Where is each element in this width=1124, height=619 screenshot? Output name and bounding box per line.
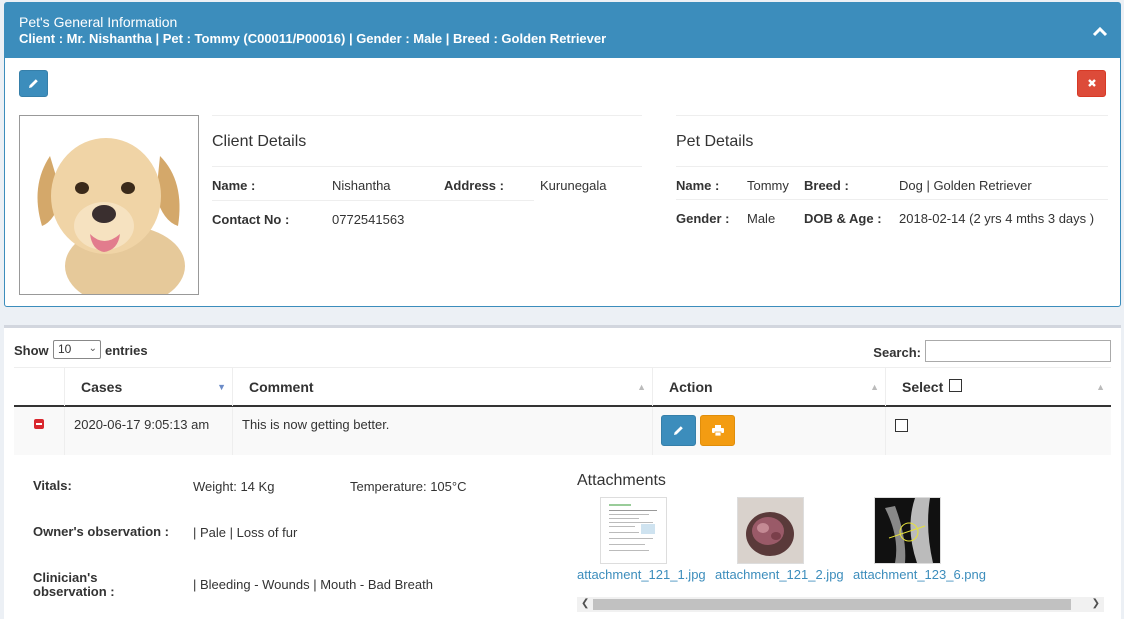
col-action-label: Action xyxy=(669,379,713,395)
pet-gender-label: Gender : xyxy=(676,211,730,226)
col-cases[interactable]: Cases ▼ xyxy=(64,368,232,406)
xray-thumbnail xyxy=(875,498,940,563)
vitals-label: Vitals: xyxy=(33,478,72,493)
select-all-checkbox[interactable] xyxy=(949,379,963,392)
client-address-value: Kurunegala xyxy=(540,178,607,193)
pet-gender-value: Male xyxy=(747,211,776,226)
scroll-right-icon[interactable]: ❯ xyxy=(1092,598,1100,609)
print-case-button[interactable] xyxy=(700,415,735,446)
owner-observation-label: Owner's observation : xyxy=(33,524,170,539)
table-header: Cases ▼ Comment ▲ Action ▲ Select ▲ xyxy=(14,367,1111,407)
attachment-thumb-2[interactable] xyxy=(737,497,804,564)
pencil-icon xyxy=(674,426,683,435)
col-expand xyxy=(14,368,64,406)
page-length-select[interactable]: 10 ⌄ xyxy=(53,340,101,359)
client-name-value: Nishantha xyxy=(332,178,391,193)
client-row-2: Contact No : 0772541563 xyxy=(212,201,642,234)
client-contact-value: 0772541563 xyxy=(332,212,405,227)
client-address-label: Address : xyxy=(444,178,504,193)
clinician-observation-label-1: Clinician's xyxy=(33,570,98,585)
scroll-left-icon[interactable]: ❮ xyxy=(581,598,589,609)
chevron-up-icon xyxy=(1092,26,1108,37)
attachment-thumb-3[interactable] xyxy=(874,497,941,564)
client-name-label: Name : xyxy=(212,178,256,193)
edit-pet-button[interactable] xyxy=(19,70,48,97)
table-toolbar: Show 10 ⌄ entries Search: xyxy=(14,340,1111,362)
col-select-label: Select xyxy=(902,379,944,395)
case-date: 2020-06-17 9:05:13 am xyxy=(74,417,210,432)
search-label: Search: xyxy=(873,345,921,360)
search-input[interactable] xyxy=(925,340,1111,362)
minus-icon[interactable] xyxy=(34,419,44,429)
pet-info-panel: Pet's General Information Client : Mr. N… xyxy=(4,2,1121,307)
case-comment: This is now getting better. xyxy=(242,417,390,432)
pet-row-1: Name : Tommy Breed : Dog | Golden Retrie… xyxy=(676,167,1108,200)
cases-table: Cases ▼ Comment ▲ Action ▲ Select ▲ 2020… xyxy=(14,367,1111,455)
close-icon xyxy=(1087,79,1096,87)
dog-image xyxy=(20,116,198,294)
attachment-thumb-1[interactable] xyxy=(600,497,667,564)
panel-title: Pet's General Information xyxy=(19,14,178,30)
col-select[interactable]: Select ▲ xyxy=(885,368,1111,406)
attachment-link-2[interactable]: attachment_121_2.jpg xyxy=(715,567,844,582)
attachments-title: Attachments xyxy=(577,472,666,489)
pet-dob-value: 2018-02-14 (2 yrs 4 mths 3 days ) xyxy=(899,211,1095,226)
client-contact-label: Contact No : xyxy=(212,212,290,227)
page-length-value: 10 xyxy=(58,342,72,356)
weight-value: Weight: 14 Kg xyxy=(193,479,275,494)
action-cell xyxy=(652,407,885,455)
pet-details-title: Pet Details xyxy=(676,115,1108,167)
attachment-link-3[interactable]: attachment_123_6.png xyxy=(853,567,986,582)
show-label: Show xyxy=(14,343,49,358)
clinician-observation-label-2: observation : xyxy=(33,584,115,599)
cases-panel: Show 10 ⌄ entries Search: Cases ▼ Commen… xyxy=(4,325,1121,619)
entries-label: entries xyxy=(105,343,148,358)
case-detail: Vitals: Weight: 14 Kg Temperature: 105°C… xyxy=(14,455,1111,619)
document-thumbnail xyxy=(601,498,666,563)
select-cell xyxy=(885,407,1111,455)
col-action[interactable]: Action ▲ xyxy=(652,368,885,406)
client-details-title: Client Details xyxy=(212,115,642,167)
wound-photo-thumbnail xyxy=(738,498,803,563)
pet-breed-label: Breed : xyxy=(804,178,849,193)
attachments-scrollbar[interactable]: ❮ ❯ xyxy=(577,597,1104,612)
date-cell: 2020-06-17 9:05:13 am xyxy=(64,407,232,455)
print-icon xyxy=(711,425,724,437)
comment-cell: This is now getting better. xyxy=(232,407,652,455)
table-row: 2020-06-17 9:05:13 am This is now gettin… xyxy=(14,407,1111,455)
pet-breed-value: Dog | Golden Retriever xyxy=(899,178,1032,193)
sort-icon: ▲ xyxy=(637,382,646,392)
col-comment-label: Comment xyxy=(249,379,314,395)
client-row-1: Name : Nishantha Address : Kurunegala xyxy=(212,167,642,200)
pencil-icon xyxy=(29,79,38,88)
pet-photo xyxy=(19,115,199,295)
client-details: Client Details Name : Nishantha Address … xyxy=(212,115,642,234)
pet-details: Pet Details Name : Tommy Breed : Dog | G… xyxy=(676,115,1108,233)
sort-icon: ▲ xyxy=(870,382,879,392)
panel-subtitle: Client : Mr. Nishantha | Pet : Tommy (C0… xyxy=(19,31,607,46)
col-comment[interactable]: Comment ▲ xyxy=(232,368,652,406)
caret-down-icon: ⌄ xyxy=(88,343,97,354)
row-select-checkbox[interactable] xyxy=(895,419,908,432)
sort-icon: ▲ xyxy=(1096,382,1105,392)
pet-dob-label: DOB & Age : xyxy=(804,211,882,226)
attachment-link-1[interactable]: attachment_121_1.jpg xyxy=(577,567,706,582)
scrollbar-thumb[interactable] xyxy=(593,599,1071,610)
expand-cell xyxy=(14,407,64,455)
edit-case-button[interactable] xyxy=(661,415,696,446)
pet-name-value: Tommy xyxy=(747,178,789,193)
pet-row-2: Gender : Male DOB & Age : 2018-02-14 (2 … xyxy=(676,200,1108,233)
owner-observation-value: | Pale | Loss of fur xyxy=(193,525,298,540)
pet-name-label: Name : xyxy=(676,178,720,193)
collapse-button[interactable] xyxy=(1092,25,1108,39)
clinician-observation-value: | Bleeding - Wounds | Mouth - Bad Breath xyxy=(193,577,433,592)
temperature-value: Temperature: 105°C xyxy=(350,479,467,494)
close-button[interactable] xyxy=(1077,70,1106,97)
col-cases-label: Cases xyxy=(81,379,123,395)
sort-icon: ▼ xyxy=(217,382,226,392)
panel-header: Pet's General Information Client : Mr. N… xyxy=(5,3,1120,58)
